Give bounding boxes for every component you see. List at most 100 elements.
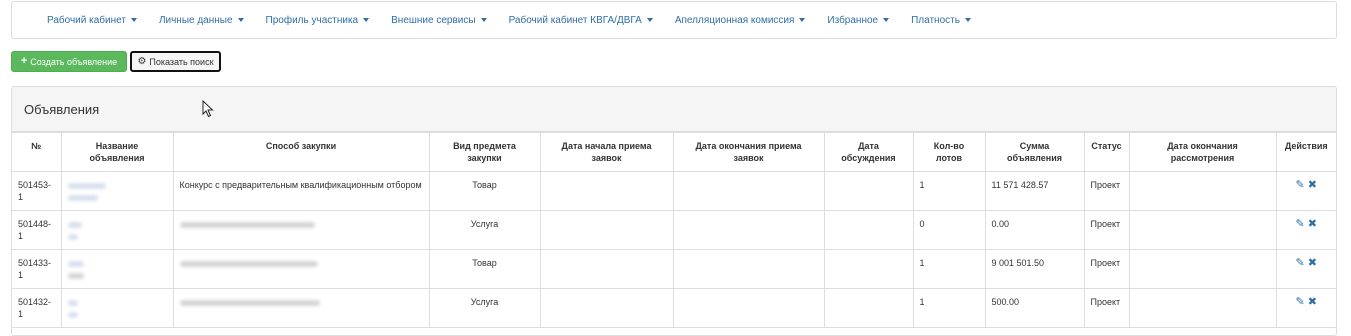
cell-number: 501448-1 — [12, 210, 62, 250]
cell-actions: ✎ ✖ — [1275, 171, 1336, 211]
cell-end-date — [672, 210, 825, 250]
cell-discussion-date — [823, 249, 914, 289]
cell-number: 501433-1 — [12, 249, 62, 289]
nav-item-kvga-workspace[interactable]: Рабочий кабинет КВГА/ДВГА — [509, 15, 653, 26]
cell-discussion-date — [823, 288, 914, 328]
redacted-text — [67, 299, 78, 306]
cell-end-date — [672, 249, 825, 289]
plus-icon: + — [20, 55, 28, 67]
close-icon[interactable]: ✖ — [1308, 296, 1317, 308]
cell-status: Проект — [1083, 210, 1130, 250]
caret-down-icon — [883, 18, 890, 22]
nav-item-paid-services[interactable]: Платность — [911, 15, 971, 26]
caret-down-icon — [964, 18, 971, 22]
cell-sum: 9 001 501.50 — [984, 249, 1085, 289]
cell-end-date — [672, 288, 825, 328]
pencil-icon[interactable]: ✎ — [1296, 257, 1305, 269]
column-header-method[interactable]: Способ закупки — [172, 132, 430, 172]
cell-number: 501432-1 — [12, 288, 62, 328]
column-header-discussion-date[interactable]: Дата обсуждения — [823, 132, 914, 172]
column-header-title[interactable]: Название объявления — [60, 132, 174, 172]
cell-actions: ✎ ✖ — [1275, 210, 1336, 250]
column-header-subject[interactable]: Вид предмета закупки — [428, 132, 541, 172]
close-icon[interactable]: ✖ — [1308, 218, 1317, 230]
nav-item-personal-data[interactable]: Личные данные — [159, 15, 244, 26]
cell-review-end — [1128, 210, 1277, 250]
caret-down-icon — [130, 18, 137, 22]
cell-method: Конкурс с предварительным квалификационн… — [172, 171, 430, 211]
redacted-text — [179, 299, 320, 306]
cell-lots: 1 — [912, 249, 986, 289]
nav-item-appeals-commission[interactable]: Апелляционная комиссия — [675, 15, 806, 26]
pencil-icon[interactable]: ✎ — [1296, 296, 1305, 308]
close-icon[interactable]: ✖ — [1308, 257, 1317, 269]
announcements-table: № Название объявления Способ закупки Вид… — [12, 132, 1336, 328]
column-header-sum[interactable]: Сумма объявления — [984, 132, 1085, 172]
caret-down-icon — [646, 18, 653, 22]
redacted-text — [179, 221, 315, 228]
column-header-lots[interactable]: Кол-во лотов — [912, 132, 986, 172]
column-header-actions: Действия — [1275, 132, 1336, 172]
nav-item-label: Внешние сервисы — [391, 14, 476, 26]
close-icon[interactable]: ✖ — [1308, 179, 1317, 191]
cell-title-redacted — [60, 288, 174, 328]
announcements-panel: Объявления № Название объявления Способ … — [11, 86, 1337, 336]
nav-item-favorites[interactable]: Избранное — [827, 15, 890, 26]
cell-status: Проект — [1083, 171, 1130, 211]
show-search-button[interactable]: ⚙ Показать поиск — [130, 51, 221, 72]
cell-start-date — [539, 171, 674, 211]
redacted-text — [67, 182, 106, 189]
cell-actions: ✎ ✖ — [1275, 288, 1336, 328]
cell-review-end — [1128, 288, 1277, 328]
nav-item-workspace[interactable]: Рабочий кабинет — [47, 15, 137, 26]
redacted-text — [67, 311, 78, 318]
cell-review-end — [1128, 171, 1277, 211]
table-row[interactable]: 501448-1 Услуга 0 0.00 Проект ✎ ✖ — [12, 210, 1336, 250]
column-header-status[interactable]: Статус — [1083, 132, 1130, 172]
cell-method-redacted — [172, 249, 430, 289]
pencil-icon[interactable]: ✎ — [1296, 179, 1305, 191]
redacted-text — [67, 221, 82, 228]
cell-sum: 0.00 — [984, 210, 1085, 250]
cell-title-redacted — [60, 171, 174, 211]
caret-down-icon — [237, 18, 244, 22]
cell-discussion-date — [823, 210, 914, 250]
cell-review-end — [1128, 249, 1277, 289]
caret-down-icon — [363, 18, 370, 22]
column-header-number[interactable]: № — [12, 132, 62, 172]
pencil-icon[interactable]: ✎ — [1296, 218, 1305, 230]
cell-lots: 0 — [912, 210, 986, 250]
column-header-start-date[interactable]: Дата начала приема заявок — [539, 132, 674, 172]
cell-start-date — [539, 210, 674, 250]
gear-icon: ⚙ — [137, 55, 147, 67]
column-header-review-end[interactable]: Дата окончания рассмотрения — [1128, 132, 1277, 172]
top-navbar: Рабочий кабинет Личные данные Профиль уч… — [11, 1, 1337, 39]
caret-down-icon — [799, 18, 806, 22]
nav-item-label: Платность — [911, 14, 960, 26]
nav-item-external-services[interactable]: Внешние сервисы — [391, 14, 487, 26]
cell-lots: 1 — [912, 171, 986, 211]
cell-lots: 1 — [912, 288, 986, 328]
cell-status: Проект — [1083, 288, 1130, 328]
redacted-text — [67, 272, 84, 279]
caret-down-icon — [480, 18, 487, 22]
nav-item-label: Личные данные — [158, 14, 233, 26]
nav-item-participant-profile[interactable]: Профиль участника — [266, 15, 370, 26]
create-announcement-button[interactable]: + Создать объявление — [11, 51, 127, 72]
cell-title-redacted — [60, 249, 174, 289]
nav-item-label: Рабочий кабинет КВГА/ДВГА — [508, 14, 642, 26]
cell-sum: 500.00 — [984, 288, 1085, 328]
table-row[interactable]: 501453-1 Конкурс с предварительным квали… — [12, 171, 1336, 211]
nav-item-label: Рабочий кабинет — [47, 14, 126, 26]
cell-start-date — [539, 288, 674, 328]
cell-subject: Услуга — [428, 288, 541, 328]
cell-method-redacted — [172, 210, 430, 250]
redacted-text — [67, 233, 78, 240]
table-row[interactable]: 501433-1 Товар 1 9 001 501.50 Проект ✎ ✖ — [12, 249, 1336, 289]
nav-item-label: Профиль участника — [265, 14, 359, 26]
panel-title: Объявления — [24, 101, 100, 117]
cell-sum: 11 571 428.57 — [984, 171, 1085, 211]
column-header-end-date[interactable]: Дата окончания приема заявок — [672, 132, 825, 172]
cell-discussion-date — [823, 171, 914, 211]
table-row[interactable]: 501432-1 Услуга 1 500.00 Проект ✎ ✖ — [12, 288, 1336, 328]
